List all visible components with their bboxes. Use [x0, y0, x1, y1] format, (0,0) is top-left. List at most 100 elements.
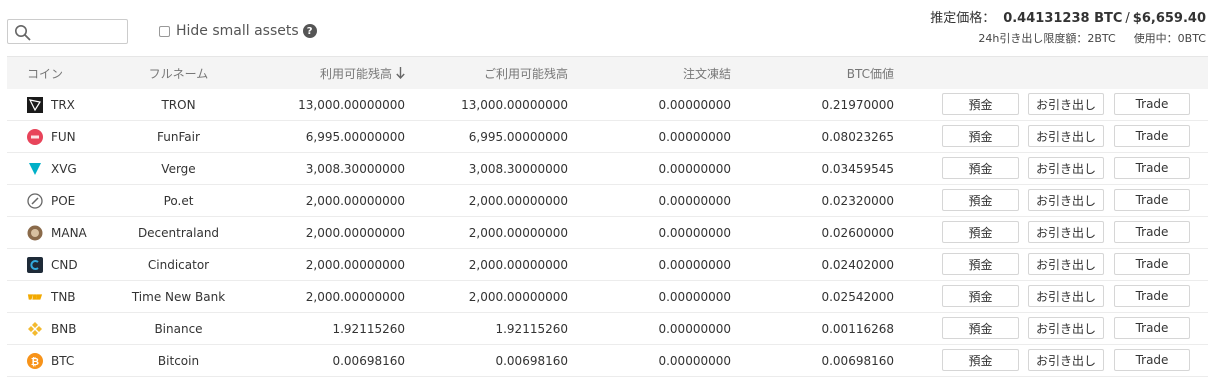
btc-value: 0.02402000 — [821, 257, 894, 272]
coin-name: Binance — [154, 321, 203, 336]
svg-text:₿: ₿ — [31, 356, 39, 368]
withdraw-button[interactable]: お引き出し — [1028, 317, 1104, 339]
trade-button[interactable]: Trade — [1114, 253, 1190, 275]
withdraw-button[interactable]: お引き出し — [1028, 221, 1104, 243]
header-coin[interactable]: コイン — [27, 57, 63, 89]
table-row: FUN FunFair 6,995.00000000 6,995.0000000… — [7, 121, 1208, 153]
total-balance: 0.00698160 — [332, 353, 405, 368]
coin-symbol: TNB — [51, 289, 76, 304]
withdraw-button[interactable]: お引き出し — [1028, 157, 1104, 179]
deposit-button[interactable]: 預金 — [942, 253, 1019, 275]
coin-cell: FUN — [27, 121, 76, 152]
total-balance: 2,000.00000000 — [305, 193, 405, 208]
header-btc-value[interactable]: BTC価値 — [737, 57, 894, 89]
funfair-icon — [27, 128, 43, 145]
available-balance: 0.00698160 — [495, 353, 568, 368]
coin-cell: XVG — [27, 153, 77, 184]
trade-button[interactable]: Trade — [1114, 285, 1190, 307]
trade-button[interactable]: Trade — [1114, 157, 1190, 179]
total-balance: 2,000.00000000 — [305, 289, 405, 304]
coin-name: FunFair — [157, 129, 200, 144]
deposit-button[interactable]: 預金 — [942, 189, 1019, 211]
available-balance: 2,000.00000000 — [468, 257, 568, 272]
coin-name: Decentraland — [137, 225, 220, 240]
limit-in-use: 使用中：0BTC — [1133, 32, 1206, 45]
estimate-label: 推定価格： — [930, 11, 996, 26]
coin-symbol: BTC — [51, 353, 75, 368]
in-order-amount: 0.00000000 — [658, 257, 731, 272]
coin-cell: TNB — [27, 281, 76, 312]
btc-value: 0.08023265 — [821, 129, 894, 144]
coin-cell: TRX — [27, 89, 75, 120]
table-row: TRX TRON 13,000.00000000 13,000.00000000… — [7, 89, 1208, 121]
estimate-usd: $6,659.40 — [1132, 11, 1206, 26]
withdraw-button[interactable]: お引き出し — [1028, 93, 1104, 115]
search-input[interactable] — [7, 19, 128, 44]
coin-name: Verge — [161, 161, 196, 176]
withdraw-button[interactable]: お引き出し — [1028, 285, 1104, 307]
coin-cell: BNB — [27, 313, 76, 344]
trade-button[interactable]: Trade — [1114, 93, 1190, 115]
btc-value: 0.00116268 — [821, 321, 894, 336]
withdraw-limit: 24h引き出し限度額：2BTC — [978, 32, 1116, 45]
coin-symbol: POE — [51, 193, 76, 208]
tron-icon — [27, 96, 43, 113]
deposit-button[interactable]: 預金 — [942, 221, 1019, 243]
coin-name: Time New Bank — [131, 289, 226, 304]
total-balance: 6,995.00000000 — [305, 129, 405, 144]
withdraw-button[interactable]: お引き出し — [1028, 349, 1104, 371]
trade-button[interactable]: Trade — [1114, 221, 1190, 243]
total-balance: 3,008.30000000 — [305, 161, 405, 176]
header-available[interactable]: ご利用可能残高 — [407, 57, 568, 89]
coin-cell: MANA — [27, 217, 87, 248]
deposit-button[interactable]: 預金 — [942, 285, 1019, 307]
available-balance: 2,000.00000000 — [468, 225, 568, 240]
trade-button[interactable]: Trade — [1114, 125, 1190, 147]
coin-symbol: XVG — [51, 161, 77, 176]
bitcoin-icon: ₿ — [27, 352, 43, 369]
trade-button[interactable]: Trade — [1114, 189, 1190, 211]
help-icon[interactable]: ? — [302, 24, 317, 38]
coin-cell: CND — [27, 249, 78, 280]
estimate-separator: / — [1125, 11, 1130, 26]
coin-name: Bitcoin — [157, 353, 200, 368]
deposit-button[interactable]: 預金 — [942, 157, 1019, 179]
trade-button[interactable]: Trade — [1114, 317, 1190, 339]
deposit-button[interactable]: 預金 — [942, 125, 1019, 147]
deposit-button[interactable]: 預金 — [942, 349, 1019, 371]
coin-symbol: BNB — [51, 321, 77, 336]
in-order-amount: 0.00000000 — [658, 129, 731, 144]
btc-value: 0.03459545 — [821, 161, 894, 176]
available-balance: 6,995.00000000 — [468, 129, 568, 144]
btc-value: 0.21970000 — [821, 97, 894, 112]
in-order-amount: 0.00000000 — [658, 321, 731, 336]
timenewbank-icon — [27, 289, 43, 305]
available-balance: 2,000.00000000 — [468, 193, 568, 208]
withdraw-button[interactable]: お引き出し — [1028, 125, 1104, 147]
balances-table: コイン フルネーム 利用可能残高 ご利用可能残高 注文凍結 BTC価値 TRX … — [7, 56, 1208, 377]
total-balance: 13,000.00000000 — [298, 97, 405, 112]
header-balance[interactable]: 利用可能残高 — [237, 57, 405, 89]
btc-value: 0.00698160 — [821, 353, 894, 368]
withdraw-button[interactable]: お引き出し — [1028, 189, 1104, 211]
hide-small-label[interactable]: Hide small assets — [176, 23, 299, 39]
header-in-order[interactable]: 注文凍結 — [577, 57, 731, 89]
header-name[interactable]: フルネーム — [117, 57, 240, 89]
table-row: ₿ BTC Bitcoin 0.00698160 0.00698160 0.00… — [7, 345, 1208, 377]
btc-value: 0.02600000 — [821, 225, 894, 240]
in-order-amount: 0.00000000 — [658, 225, 731, 240]
withdraw-button[interactable]: お引き出し — [1028, 253, 1104, 275]
in-order-amount: 0.00000000 — [658, 97, 731, 112]
hide-small-checkbox[interactable] — [159, 25, 170, 37]
deposit-button[interactable]: 預金 — [942, 93, 1019, 115]
available-balance: 3,008.30000000 — [468, 161, 568, 176]
cindicator-icon — [27, 256, 43, 273]
table-row: TNB Time New Bank 2,000.00000000 2,000.0… — [7, 281, 1208, 313]
trade-button[interactable]: Trade — [1114, 349, 1190, 371]
coin-symbol: CND — [51, 257, 78, 272]
search-icon — [15, 25, 31, 41]
deposit-button[interactable]: 預金 — [942, 317, 1019, 339]
available-balance: 1.92115260 — [495, 321, 568, 336]
table-body: TRX TRON 13,000.00000000 13,000.00000000… — [7, 89, 1208, 377]
estimate-btc: 0.44131238 BTC — [1003, 11, 1123, 26]
